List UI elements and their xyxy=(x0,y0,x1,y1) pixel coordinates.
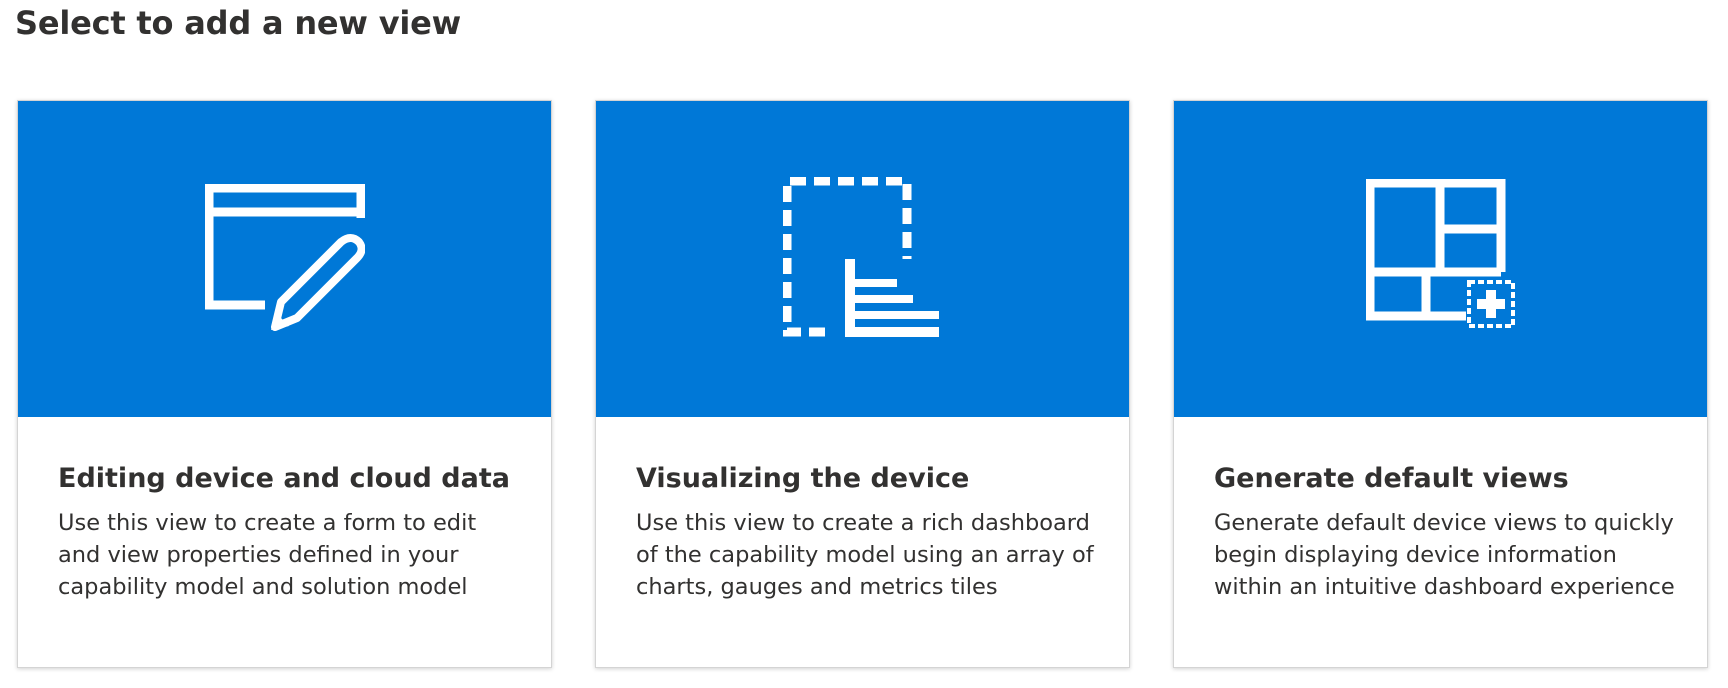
card-description: Use this view to create a rich dashboard… xyxy=(636,510,1094,600)
card-editing-device-data[interactable]: Editing device and cloud data Use this v… xyxy=(17,100,552,668)
card-body: Visualizing the device Use this view to … xyxy=(596,417,1129,603)
card-visualizing-device[interactable]: Visualizing the device Use this view to … xyxy=(595,100,1130,668)
card-description: Generate default device views to quickly… xyxy=(1214,510,1675,600)
generate-views-icon xyxy=(1365,179,1515,328)
card-title: Visualizing the device xyxy=(636,463,970,494)
card-title: Generate default views xyxy=(1214,463,1569,494)
card-body: Generate default views Generate default … xyxy=(1174,417,1707,603)
view-card-list: Editing device and cloud data Use this v… xyxy=(17,100,1708,668)
card-hero xyxy=(596,101,1129,417)
page-title: Select to add a new view xyxy=(15,4,462,42)
card-hero xyxy=(1174,101,1707,417)
card-body: Editing device and cloud data Use this v… xyxy=(18,417,551,603)
card-generate-default-views[interactable]: Generate default views Generate default … xyxy=(1173,100,1708,668)
card-description: Use this view to create a form to edit a… xyxy=(58,510,477,600)
form-edit-icon xyxy=(204,184,365,331)
card-hero xyxy=(18,101,551,417)
card-title: Editing device and cloud data xyxy=(58,463,510,494)
visualization-dashboard-icon xyxy=(782,176,939,337)
